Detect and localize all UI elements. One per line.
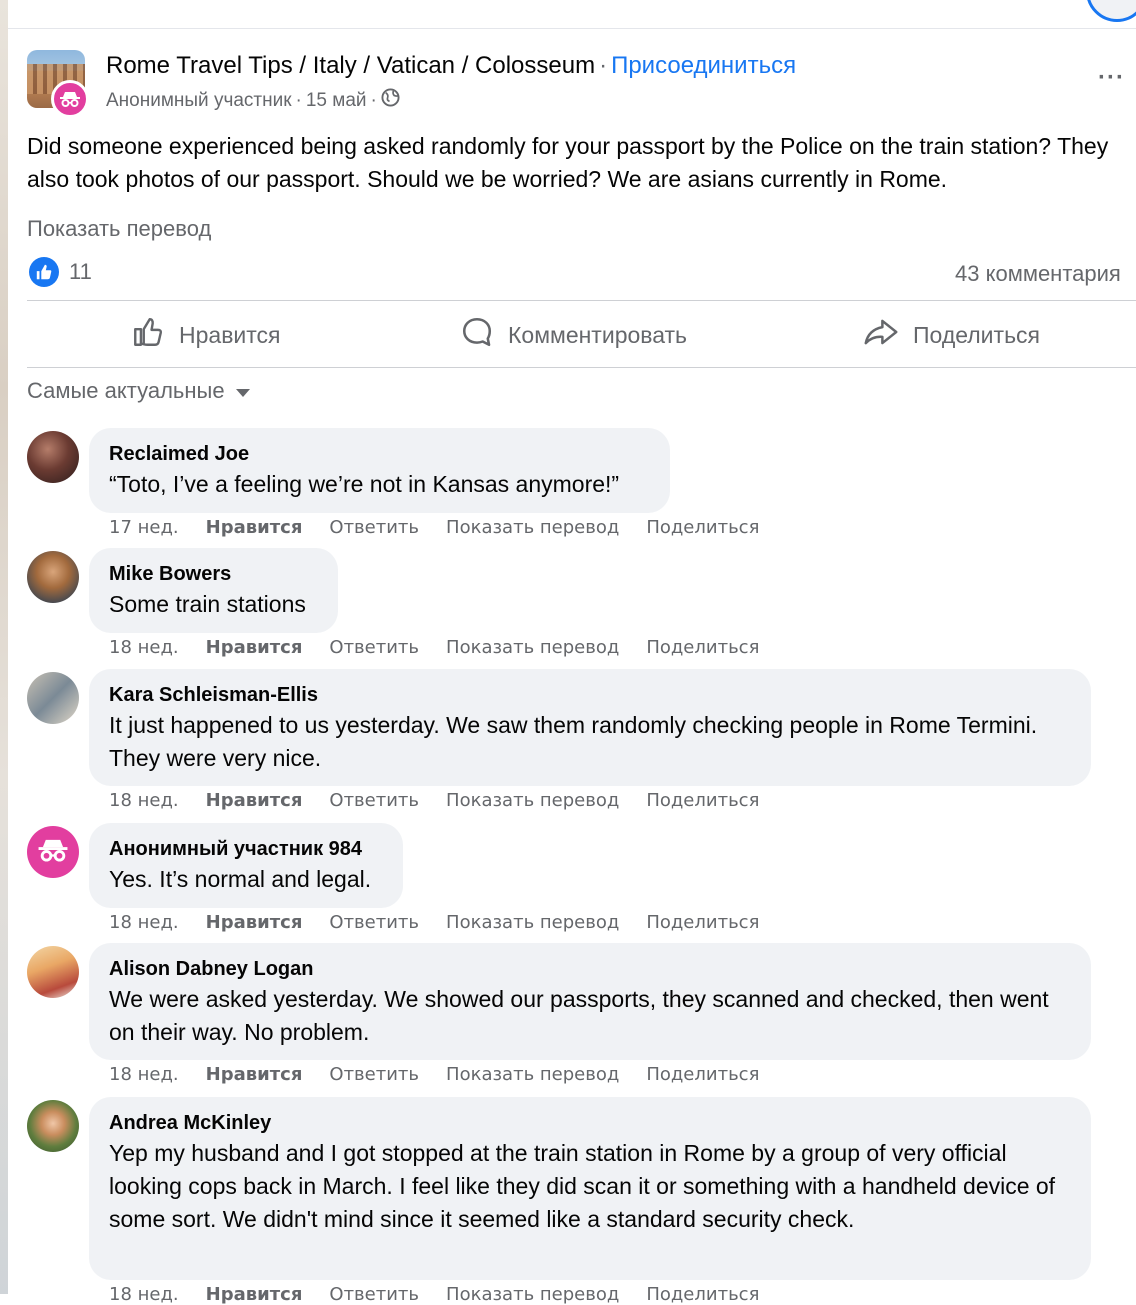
comment-time[interactable]: 18 нед. [109, 912, 179, 933]
comment-like-button[interactable]: Нравится [206, 1284, 303, 1305]
avatar[interactable] [27, 551, 79, 603]
comment-author[interactable]: Анонимный участник 984 [109, 837, 383, 861]
caret-down-icon [235, 378, 251, 404]
comment-like-button[interactable]: Нравится [206, 912, 303, 933]
comment-text: “Toto, I’ve a feeling we’re not in Kansa… [109, 471, 620, 497]
comment-text: Yes. It’s normal and legal. [109, 866, 372, 892]
anonymous-icon [37, 837, 69, 868]
comment-share-button[interactable]: Поделиться [646, 637, 759, 658]
post-author[interactable]: Анонимный участник [106, 90, 292, 112]
comment-author[interactable]: Alison Dabney Logan [109, 957, 1071, 981]
comment-bubble: Reclaimed Joe “Toto, I’ve a feeling we’r… [89, 428, 670, 513]
comment-reply-button[interactable]: Ответить [329, 790, 419, 811]
avatar[interactable] [27, 431, 79, 483]
comment-time[interactable]: 17 нед. [109, 517, 179, 538]
comment-reply-button[interactable]: Ответить [329, 637, 419, 658]
divider [27, 367, 1136, 368]
comment-reply-button[interactable]: Ответить [329, 517, 419, 538]
share-button[interactable]: Поделиться [863, 303, 1040, 367]
like-count: 11 [69, 259, 92, 284]
comment-button-label: Комментировать [508, 321, 688, 348]
more-options-button[interactable]: ··· [1098, 64, 1125, 92]
comment-time[interactable]: 18 нед. [109, 637, 179, 658]
comment-like-button[interactable]: Нравится [206, 637, 303, 658]
globe-icon [381, 88, 400, 113]
comment-like-button[interactable]: Нравится [206, 517, 303, 538]
top-bar [8, 0, 1136, 29]
comment-time[interactable]: 18 нед. [109, 1284, 179, 1305]
comment-bubble: Анонимный участник 984 Yes. It’s normal … [89, 823, 403, 908]
comment-text: We were asked yesterday. We showed our p… [109, 986, 1049, 1045]
comment-actions: 18 нед. Нравится Ответить Показать перев… [109, 637, 759, 658]
thumbs-up-icon [131, 315, 165, 355]
comment-translate-button[interactable]: Показать перевод [446, 1284, 619, 1305]
post-header: Rome Travel Tips / Italy / Vatican / Col… [27, 50, 1127, 118]
comment-translate-button[interactable]: Показать перевод [446, 637, 619, 658]
comment-share-button[interactable]: Поделиться [646, 1284, 759, 1305]
comment-author[interactable]: Andrea McKinley [109, 1111, 1071, 1135]
share-arrow-icon [863, 315, 899, 355]
divider [27, 300, 1136, 301]
comment-bubble: Andrea McKinley Yep my husband and I got… [89, 1097, 1091, 1280]
comment-actions: 18 нед. Нравится Ответить Показать перев… [109, 790, 759, 811]
comment-bubble-icon [460, 315, 494, 355]
comment-like-button[interactable]: Нравится [206, 1064, 303, 1085]
meta-separator: · [295, 89, 302, 111]
reactions-summary[interactable]: 11 [29, 257, 92, 287]
comment-translate-button[interactable]: Показать перевод [446, 790, 619, 811]
comment-reply-button[interactable]: Ответить [329, 1284, 419, 1305]
comment-translate-button[interactable]: Показать перевод [446, 517, 619, 538]
post-actions-bar: Нравится Комментировать Поделиться [27, 303, 1136, 367]
comment-share-button[interactable]: Поделиться [646, 517, 759, 538]
comment-author[interactable]: Reclaimed Joe [109, 442, 650, 466]
comment-text: Yep my husband and I got stopped at the … [109, 1140, 1056, 1232]
avatar[interactable] [27, 826, 79, 878]
comment-author[interactable]: Kara Schleisman-Ellis [109, 683, 1071, 707]
avatar[interactable] [27, 946, 79, 998]
post-date[interactable]: 15 май [306, 90, 367, 112]
comment-count-link[interactable]: 43 комментария [955, 261, 1121, 287]
avatar[interactable] [27, 1100, 79, 1152]
comment-button[interactable]: Комментировать [460, 303, 687, 367]
post-meta: Анонимный участник · 15 май · [106, 88, 400, 113]
comment-actions: 18 нед. Нравится Ответить Показать перев… [109, 1284, 759, 1305]
sort-label: Самые актуальные [27, 378, 225, 403]
comment-bubble: Mike Bowers Some train stations [89, 548, 338, 633]
comment-actions: 17 нед. Нравится Ответить Показать перев… [109, 517, 759, 538]
comment-time[interactable]: 18 нед. [109, 790, 179, 811]
comment-bubble: Alison Dabney Logan We were asked yester… [89, 943, 1091, 1060]
comment-reply-button[interactable]: Ответить [329, 1064, 419, 1085]
comment-actions: 18 нед. Нравится Ответить Показать перев… [109, 1064, 759, 1085]
comment-author[interactable]: Mike Bowers [109, 562, 318, 586]
share-button-label: Поделиться [913, 321, 1041, 348]
like-button[interactable]: Нравится [131, 303, 281, 367]
anonymous-icon [51, 80, 89, 118]
comment-share-button[interactable]: Поделиться [646, 790, 759, 811]
comment-actions: 18 нед. Нравится Ответить Показать перев… [109, 912, 759, 933]
like-button-label: Нравится [179, 321, 281, 348]
comment-text: Some train stations [109, 591, 306, 617]
avatar[interactable] [27, 672, 79, 724]
like-reaction-icon [29, 257, 59, 287]
join-group-link[interactable]: Присоединиться [611, 52, 796, 79]
post-text: Did someone experienced being asked rand… [27, 133, 1109, 192]
comment-like-button[interactable]: Нравится [206, 790, 303, 811]
comment-reply-button[interactable]: Ответить [329, 912, 419, 933]
comment-sort-dropdown[interactable]: Самые актуальные [27, 378, 251, 404]
title-separator: · [599, 52, 608, 79]
comment-translate-button[interactable]: Показать перевод [446, 1064, 619, 1085]
group-title: Rome Travel Tips / Italy / Vatican / Col… [106, 52, 796, 80]
comment-time[interactable]: 18 нед. [109, 1064, 179, 1085]
comment-share-button[interactable]: Поделиться [646, 912, 759, 933]
comment-text: It just happened to us yesterday. We saw… [109, 712, 1038, 771]
group-name-link[interactable]: Rome Travel Tips / Italy / Vatican / Col… [106, 52, 595, 79]
show-translation-link[interactable]: Показать перевод [27, 216, 211, 242]
comment-translate-button[interactable]: Показать перевод [446, 912, 619, 933]
background-strip [0, 0, 8, 1294]
meta-separator: · [370, 89, 377, 111]
comment-share-button[interactable]: Поделиться [646, 1064, 759, 1085]
comment-bubble: Kara Schleisman-Ellis It just happened t… [89, 669, 1091, 786]
